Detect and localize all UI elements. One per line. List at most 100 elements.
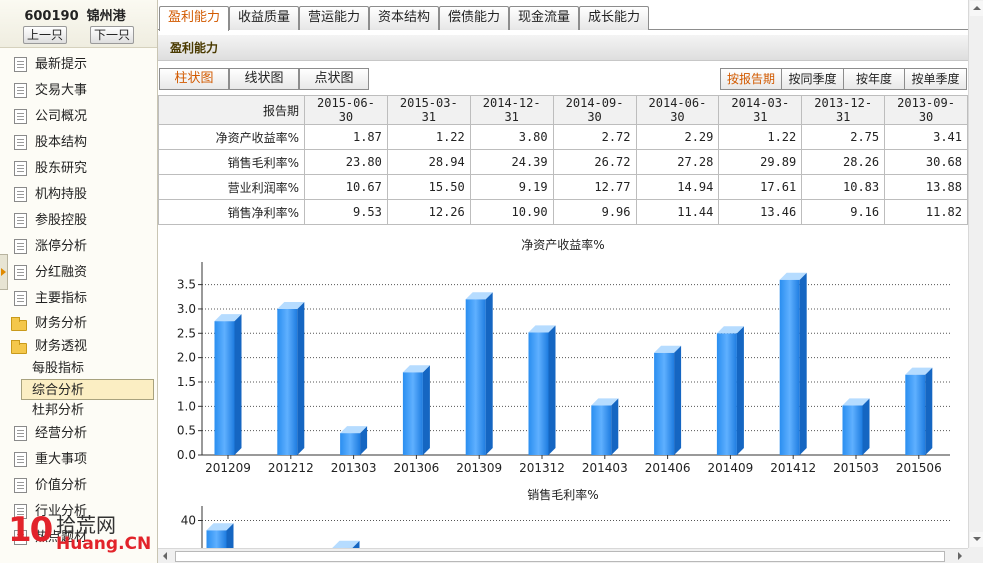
period-button[interactable]: 按年度	[843, 68, 905, 90]
period-button[interactable]: 按单季度	[904, 68, 967, 90]
sidebar-subitem[interactable]: 每股指标	[0, 358, 157, 379]
table-cell: 26.72	[552, 149, 637, 175]
bar-side	[736, 326, 744, 455]
bar[interactable]	[402, 365, 430, 455]
x-tick-label: 201406	[645, 461, 691, 475]
bar[interactable]	[340, 426, 368, 455]
table-cell: 15.50	[386, 174, 471, 200]
bar[interactable]	[332, 540, 360, 548]
sidebar-subitem-label: 综合分析	[32, 383, 85, 398]
document-icon	[14, 478, 27, 493]
sidebar-item[interactable]: 最新提示	[0, 52, 157, 78]
scroll-up-icon[interactable]	[970, 1, 983, 16]
y-tick-label: 1.0	[177, 399, 196, 413]
document-icon	[14, 504, 27, 519]
sidebar-item[interactable]: 机构持股	[0, 182, 157, 208]
sidebar-item[interactable]: 涨停分析	[0, 234, 157, 260]
scroll-right-icon[interactable]	[952, 550, 967, 563]
sidebar-item[interactable]: 财务透视	[0, 335, 157, 358]
tab[interactable]: 偿债能力	[439, 6, 509, 30]
view-button[interactable]: 柱状图	[159, 68, 229, 90]
bar[interactable]	[779, 272, 807, 455]
y-tick-label: 2.5	[177, 326, 196, 340]
scroll-left-icon[interactable]	[159, 550, 174, 563]
sidebar-item[interactable]: 财务分析	[0, 312, 157, 335]
bar[interactable]	[842, 398, 870, 455]
bar-side	[925, 367, 933, 455]
table-row: 销售净利率% 9.53 12.26 10.90 9.96 11.44 13.46 9.16 11…	[158, 199, 968, 225]
bar-side	[234, 314, 242, 455]
bar[interactable]	[716, 326, 744, 455]
period-button[interactable]: 按报告期	[720, 68, 782, 90]
sidebar-item-label: 股东研究	[35, 161, 88, 176]
collapse-sidebar-handle[interactable]	[0, 254, 8, 290]
table-cell: 23.80	[304, 149, 388, 175]
tab[interactable]: 资本结构	[369, 6, 439, 30]
stock-name: 锦州港	[86, 9, 126, 24]
sidebar-item[interactable]: 行业分析	[0, 499, 157, 525]
chart-title-gross-margin: 销售毛利率%	[527, 488, 599, 502]
table-cell: 9.19	[469, 174, 554, 200]
sidebar-item-label: 热点题材	[35, 530, 88, 545]
bar-front	[214, 321, 235, 455]
folder-icon	[11, 317, 27, 331]
sidebar-item[interactable]: 重大事项	[0, 447, 157, 473]
bar[interactable]	[465, 292, 493, 455]
stock-title: 600190 锦州港	[0, 5, 150, 24]
scroll-down-icon[interactable]	[970, 532, 983, 547]
tab[interactable]: 盈利能力	[159, 6, 229, 31]
view-button[interactable]: 点状图	[299, 68, 369, 90]
y-tick-label: 40	[181, 514, 196, 528]
sidebar-item[interactable]: 公司概况	[0, 104, 157, 130]
bar[interactable]	[654, 345, 682, 455]
horizontal-scrollbar[interactable]	[158, 548, 968, 563]
view-button[interactable]: 线状图	[229, 68, 299, 90]
period-button[interactable]: 按同季度	[781, 68, 844, 90]
bar[interactable]	[591, 398, 619, 455]
tab[interactable]: 成长能力	[579, 6, 649, 30]
next-stock-button[interactable]: 下一只	[90, 26, 134, 44]
sidebar-item-label: 财务分析	[35, 316, 88, 331]
tab-bar: 盈利能力 收益质量 营运能力 资本结构 偿债能力 现金流量 成长能力	[158, 0, 968, 31]
tab[interactable]: 营运能力	[299, 6, 369, 30]
bar[interactable]	[214, 314, 242, 455]
sidebar-item[interactable]: 交易大事	[0, 78, 157, 104]
sidebar-item[interactable]: 价值分析	[0, 473, 157, 499]
sidebar-item-label: 涨停分析	[35, 239, 88, 254]
horizontal-scroll-thumb[interactable]	[175, 551, 945, 562]
header-cell: 2014-06-30	[635, 95, 720, 125]
sidebar-item-label: 最新提示	[35, 57, 88, 72]
document-icon	[14, 291, 27, 306]
tab[interactable]: 收益质量	[229, 6, 299, 30]
sidebar-item-label: 参股控股	[35, 213, 88, 228]
sidebar-item[interactable]: 经营分析	[0, 421, 157, 447]
vertical-scrollbar[interactable]	[968, 0, 983, 548]
table-cell: 12.77	[552, 174, 637, 200]
bar[interactable]	[905, 367, 933, 455]
row-label: 销售净利率%	[158, 199, 305, 225]
table-cell: 27.28	[635, 149, 720, 175]
sidebar-item[interactable]: 股东研究	[0, 156, 157, 182]
sidebar: 600190 锦州港 上一只 下一只 最新提示交易大事公司概况股本结构股东研究机构…	[0, 0, 158, 563]
table-cell: 9.16	[801, 199, 886, 225]
sidebar-item[interactable]: 热点题材	[0, 525, 157, 551]
table-cell: 3.41	[884, 124, 968, 150]
sidebar-item-label: 公司概况	[35, 109, 88, 124]
bar-front	[779, 279, 800, 455]
sidebar-subitem[interactable]: 综合分析	[21, 379, 154, 400]
tab[interactable]: 现金流量	[509, 6, 579, 30]
sidebar-item[interactable]: 主要指标	[0, 286, 157, 312]
header-cell: 2015-03-31	[386, 95, 471, 125]
sidebar-item[interactable]: 分红融资	[0, 260, 157, 286]
sidebar-item[interactable]: 股本结构	[0, 130, 157, 156]
scroll-corner	[968, 548, 983, 563]
table-cell: 14.94	[635, 174, 720, 200]
table-cell: 9.53	[304, 199, 388, 225]
bar[interactable]	[528, 325, 556, 455]
sidebar-item[interactable]: 参股控股	[0, 208, 157, 234]
prev-stock-button[interactable]: 上一只	[23, 26, 67, 44]
bar[interactable]	[206, 523, 234, 548]
sidebar-subitem[interactable]: 杜邦分析	[0, 400, 157, 421]
bar[interactable]	[277, 301, 305, 455]
sidebar-item-label: 经营分析	[35, 426, 88, 441]
